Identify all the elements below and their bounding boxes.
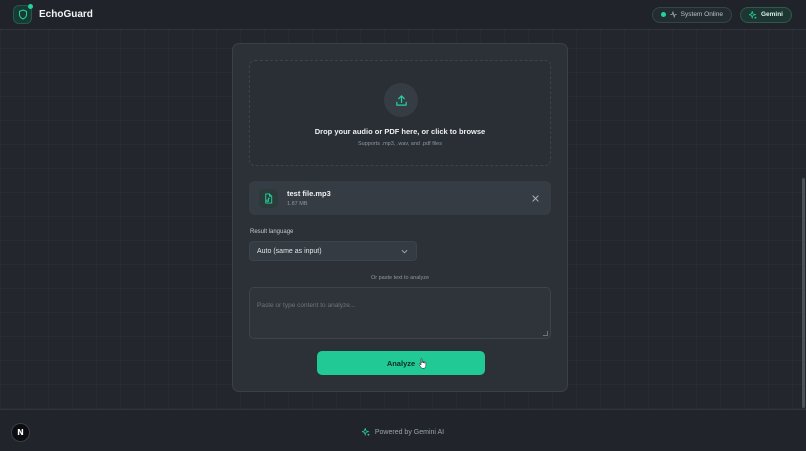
model-label: Gemini	[760, 11, 783, 18]
remove-file-button[interactable]	[529, 192, 541, 204]
brand-name: EchoGuard	[39, 9, 93, 20]
upload-icon	[384, 83, 418, 117]
chevron-down-icon	[401, 249, 408, 253]
app-header: EchoGuard System Online Gemini	[0, 0, 806, 30]
text-input[interactable]: Paste or type content to analyze...	[249, 287, 551, 339]
analysis-card: Drop your audio or PDF here, or click to…	[232, 43, 568, 392]
file-size: 1.87 MB	[287, 201, 308, 207]
dropzone-title: Drop your audio or PDF here, or click to…	[314, 127, 486, 136]
text-input-placeholder: Paste or type content to analyze...	[257, 302, 356, 309]
file-dropzone[interactable]: Drop your audio or PDF here, or click to…	[249, 60, 551, 166]
selected-file: test file.mp3 1.87 MB	[249, 181, 551, 215]
audio-file-icon	[259, 188, 278, 208]
status-dot	[660, 12, 666, 17]
analyze-button-label: Analyze	[386, 358, 416, 368]
footer-text: Powered by Gemini AI	[374, 428, 445, 436]
pointer-cursor-icon	[418, 358, 427, 369]
language-label: Result language	[250, 229, 294, 235]
page-scrollbar[interactable]	[802, 178, 805, 408]
sparkles-icon	[361, 428, 370, 436]
paste-divider-text: Or paste text to analyze	[370, 275, 430, 281]
resize-handle[interactable]	[543, 331, 548, 336]
analyze-button[interactable]: Analyze	[317, 351, 485, 375]
language-selected-value: Auto (same as input)	[257, 247, 322, 255]
dropzone-subtitle: Supports .mp3, .wav, and .pdf files	[358, 141, 442, 147]
brand[interactable]: EchoGuard	[13, 4, 93, 24]
logo-status-dot	[28, 4, 33, 9]
file-name: test file.mp3	[287, 189, 331, 198]
language-select[interactable]: Auto (same as input)	[249, 241, 417, 261]
close-icon	[531, 194, 539, 202]
system-status-badge: System Online	[651, 6, 732, 23]
sparkles-icon	[748, 10, 757, 19]
model-badge: Gemini	[739, 6, 792, 23]
shield-icon	[13, 4, 33, 24]
system-status-label: System Online	[680, 11, 723, 18]
activity-icon	[670, 11, 677, 18]
app-footer: N Powered by Gemini AI	[0, 409, 806, 451]
